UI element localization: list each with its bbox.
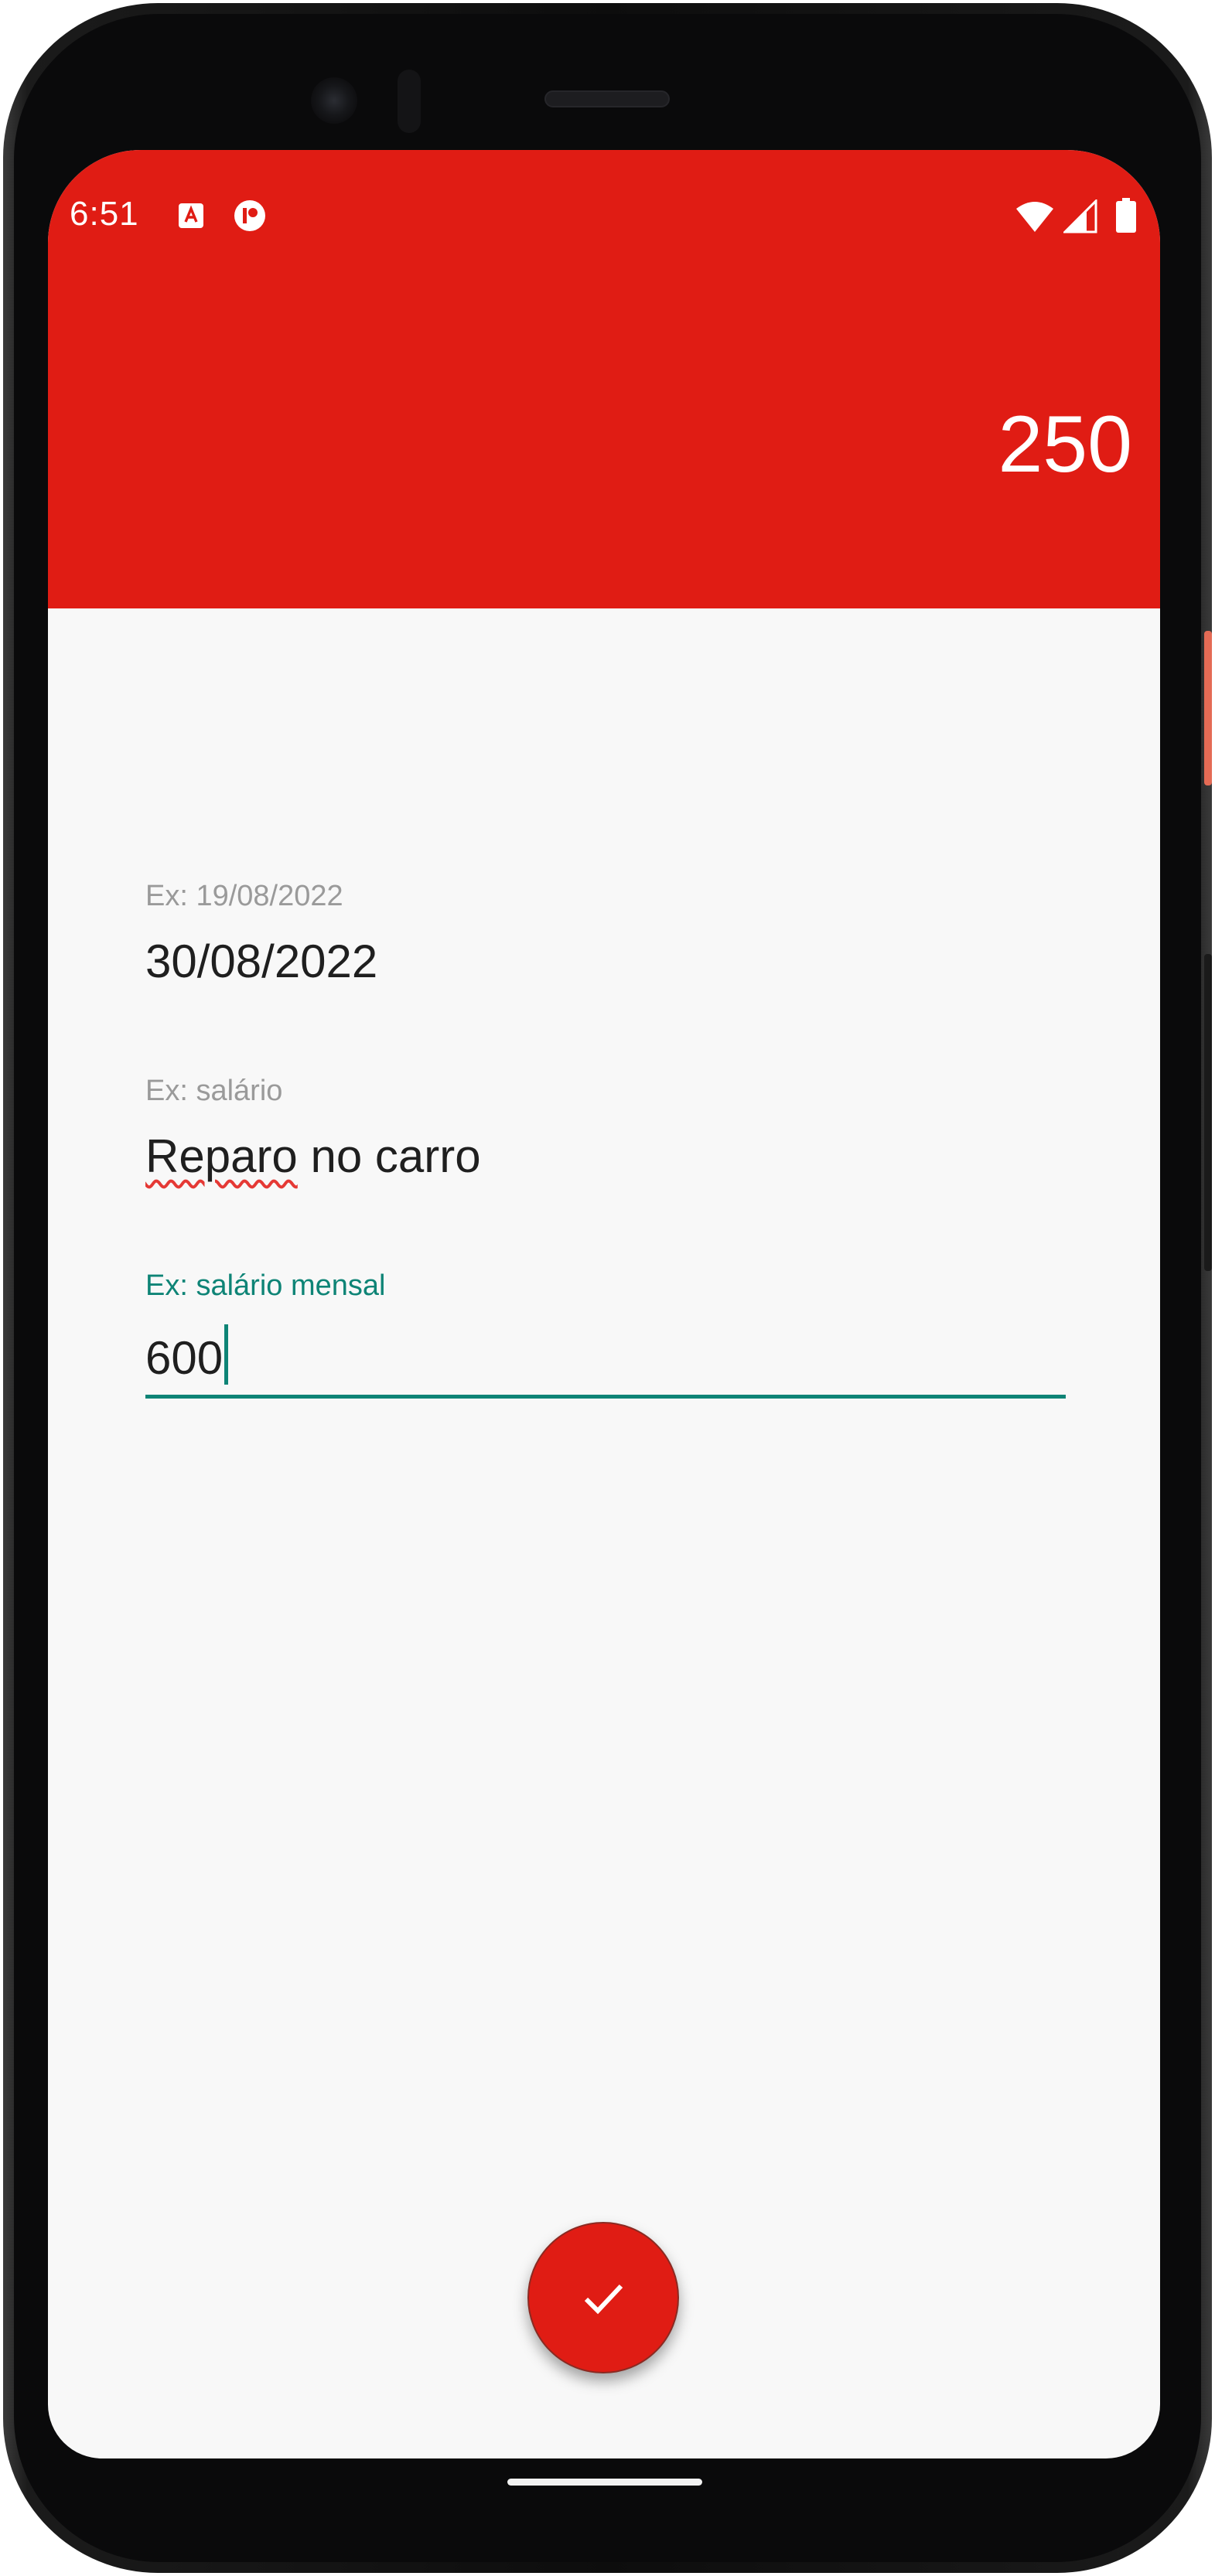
amount-field-underline	[145, 1395, 1066, 1399]
signal-icon	[1063, 199, 1097, 233]
description-field[interactable]: Ex: salário Reparo no carro	[145, 1075, 1066, 1183]
home-gesture-handle[interactable]	[507, 2479, 702, 2486]
amount-input[interactable]: 600	[145, 1324, 229, 1385]
date-input[interactable]: 30/08/2022	[145, 935, 1066, 988]
description-input[interactable]: Reparo no carro	[145, 1130, 1066, 1183]
battery-icon	[1116, 198, 1136, 233]
amount-field-hint: Ex: salário mensal	[145, 1269, 386, 1302]
power-button	[1204, 631, 1212, 785]
description-input-rest: no carro	[297, 1130, 481, 1182]
status-time: 6:51	[70, 195, 139, 233]
total-value: 250	[998, 400, 1132, 489]
earpiece-speaker	[544, 90, 670, 107]
status-bar: 6:51	[48, 150, 1160, 289]
description-field-hint: Ex: salário	[145, 1075, 283, 1107]
date-field-hint: Ex: 19/08/2022	[145, 880, 343, 912]
misspelled-word: Reparo	[145, 1130, 298, 1182]
amount-input-text: 600	[145, 1332, 224, 1384]
app-a-notification-icon	[179, 203, 203, 228]
date-field[interactable]: Ex: 19/08/2022 30/08/2022	[145, 880, 1066, 988]
proximity-sensor	[398, 70, 421, 133]
front-camera	[311, 77, 357, 124]
text-cursor	[224, 1324, 229, 1385]
amount-field[interactable]: Ex: salário mensal 600	[145, 1269, 1066, 1399]
wifi-icon	[1016, 202, 1053, 232]
app-r-notification-icon	[234, 200, 265, 231]
confirm-fab-button[interactable]	[527, 2222, 679, 2373]
volume-button	[1204, 954, 1212, 1271]
app-screen: 6:51 250 Ex: 19/08/2022 30/08/2022 Ex: s…	[48, 150, 1160, 2458]
check-icon	[584, 2284, 623, 2315]
app-bar: 6:51 250	[48, 150, 1160, 608]
